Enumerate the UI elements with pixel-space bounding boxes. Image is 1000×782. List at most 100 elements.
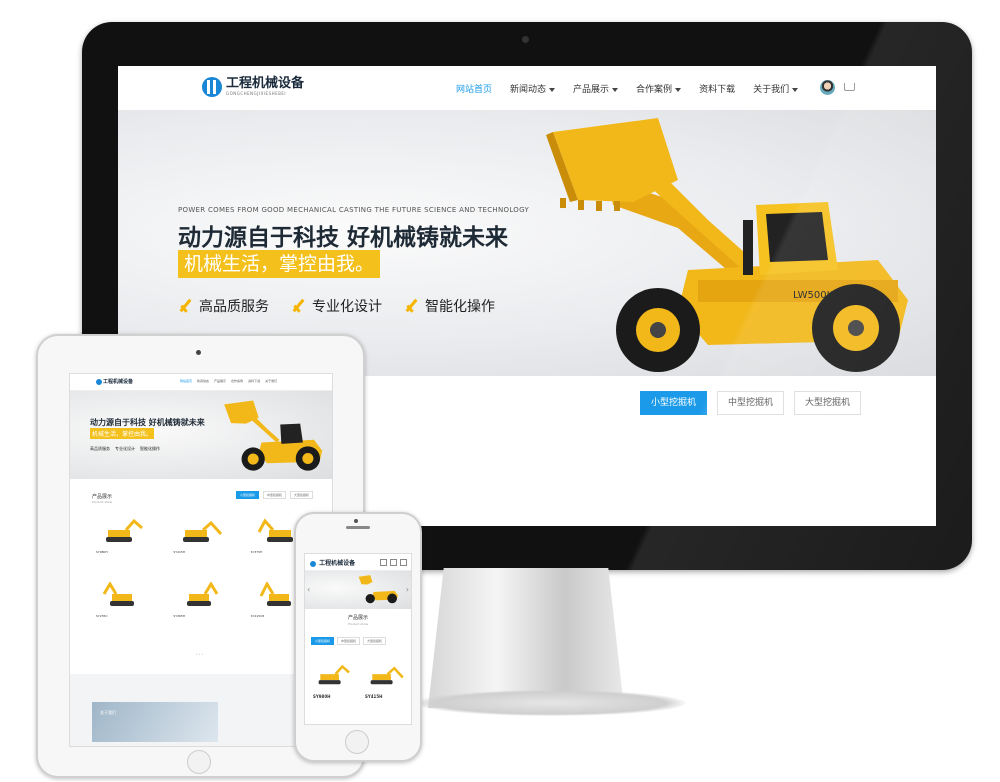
wheel-loader-image: [358, 575, 398, 604]
menu-item-cases[interactable]: 合作案例: [636, 82, 682, 95]
tab-medium-excavator[interactable]: 中型挖掘机: [337, 637, 361, 645]
checkmark-icon: [291, 300, 304, 313]
product-name: SY415H: [173, 550, 186, 554]
wheel-loader-image: LW500K: [546, 118, 908, 372]
logo-title: 工程机械设备: [226, 76, 305, 91]
tablet-menu: 网站首页 新闻动态 产品展示 合作案例 资料下载 关于我们: [180, 379, 277, 383]
caret-down-icon: [792, 87, 799, 92]
menu-item-about[interactable]: 关于我们: [265, 379, 277, 383]
section-title: 产品展示: [347, 615, 368, 621]
camera-icon: [196, 350, 201, 355]
excavator-image: [187, 582, 219, 606]
home-button: [345, 730, 369, 754]
section-title: 产品展示: [92, 494, 113, 500]
caret-down-icon: [612, 87, 619, 92]
home-button: [187, 750, 211, 774]
product-name: SY235C: [96, 614, 108, 618]
tablet-header: 工程机械设备 网站首页 新闻动态 产品展示 合作案例 资料下载 关于我们: [70, 374, 332, 391]
feature-item: 高品质服务: [178, 296, 269, 316]
feature-item: 专业化设计: [115, 446, 135, 451]
menu-item-products[interactable]: 产品展示: [214, 379, 226, 383]
site-header: 工程机械设备 GONGCHENGJIXIESHEBEI 网站首页 新闻动态 产品…: [118, 66, 936, 110]
site-logo[interactable]: 工程机械设备 GONGCHENGJIXIESHEBEI: [202, 77, 304, 97]
banner-slogan: 机械生活，掌控由我。: [178, 250, 381, 278]
product-name: SY415H: [365, 694, 383, 699]
search-icon[interactable]: [380, 559, 387, 566]
phone-device: 工程机械设备 ‹ › 产品展示 Product show 小型挖掘机 中型挖掘机…: [294, 512, 422, 762]
feature-item: 智能化操作: [404, 296, 495, 316]
tab-medium-excavator[interactable]: 中型挖掘机: [263, 491, 287, 499]
cart-icon[interactable]: [390, 559, 397, 566]
arrow-left-icon[interactable]: ‹: [307, 585, 310, 594]
tablet-logo[interactable]: 工程机械设备: [96, 378, 133, 385]
feature-item: 高品质服务: [90, 446, 110, 451]
product-card[interactable]: SY980H: [311, 658, 355, 718]
product-name: SY375H: [250, 550, 263, 554]
checkmark-icon: [404, 300, 417, 313]
section-subtitle: Product show: [92, 500, 113, 504]
banner-title: 动力源自于科技 好机械铸就未来: [90, 417, 205, 427]
banner-slogan: 机械生活，掌控由我。: [90, 428, 155, 439]
product-card[interactable]: SY235C: [88, 576, 165, 626]
tab-large-excavator[interactable]: 大型挖掘机: [363, 637, 387, 645]
product-tabs: 小型挖掘机 中型挖掘机 大型挖掘机: [311, 637, 387, 645]
menu-item-downloads[interactable]: 资料下载: [248, 379, 260, 383]
phone-banner: ‹ ›: [305, 571, 411, 609]
arrow-right-icon[interactable]: ›: [406, 585, 409, 594]
cart-icon[interactable]: [844, 83, 855, 91]
pager[interactable]: • • •: [196, 652, 203, 656]
camera-icon: [354, 519, 358, 523]
menu-item-home[interactable]: 网站首页: [180, 379, 192, 383]
about-card[interactable]: 关于我们: [92, 702, 218, 742]
banner-features: 高品质服务 专业化设计 智能化操作: [90, 446, 160, 452]
phone-header: 工程机械设备: [305, 554, 411, 571]
checkmark-icon: [178, 300, 191, 313]
logo-icon: [310, 560, 316, 567]
tab-small-excavator[interactable]: 小型挖掘机: [640, 391, 708, 415]
tablet-banner: 动力源自于科技 好机械铸就未来 机械生活，掌控由我。 高品质服务 专业化设计 智…: [70, 391, 332, 479]
menu-icon[interactable]: [400, 559, 407, 566]
tab-large-excavator[interactable]: 大型挖掘机: [794, 391, 862, 415]
speaker-icon: [346, 526, 370, 529]
caret-down-icon: [549, 87, 556, 92]
banner-english-text: POWER COMES FROM GOOD MECHANICAL CASTING…: [178, 206, 530, 214]
product-name: SY980H: [96, 550, 108, 554]
user-avatar[interactable]: [820, 80, 835, 95]
product-card[interactable]: SY980H: [88, 512, 165, 562]
menu-item-about[interactable]: 关于我们: [753, 82, 799, 95]
excavator-image: [102, 582, 134, 606]
banner-title: 动力源自于科技 好机械铸就未来: [178, 224, 509, 251]
banner-features: 高品质服务 专业化设计 智能化操作: [178, 296, 517, 316]
excavator-image: [106, 518, 143, 542]
product-card[interactable]: SY365H: [165, 576, 242, 626]
logo-icon: [96, 378, 102, 385]
product-name: SY215C8: [250, 614, 265, 618]
tab-medium-excavator[interactable]: 中型挖掘机: [717, 391, 785, 415]
camera-icon: [522, 36, 529, 43]
tab-small-excavator[interactable]: 小型挖掘机: [236, 491, 260, 499]
menu-item-cases[interactable]: 合作案例: [231, 379, 243, 383]
product-list: SY980H SY415H: [311, 658, 407, 718]
tab-small-excavator[interactable]: 小型挖掘机: [311, 637, 335, 645]
product-card[interactable]: SY415H: [363, 658, 407, 718]
tab-large-excavator[interactable]: 大型挖掘机: [290, 491, 314, 499]
section-subtitle: Product show: [347, 622, 369, 626]
feature-item: 专业化设计: [291, 296, 382, 316]
menu-item-home[interactable]: 网站首页: [456, 82, 492, 95]
wheel-loader-image: [224, 400, 323, 471]
caret-down-icon: [675, 87, 682, 92]
monitor-stand: [428, 568, 624, 708]
about-label: 关于我们: [100, 710, 116, 715]
product-tabs: 小型挖掘机 中型挖掘机 大型挖掘机: [236, 491, 314, 499]
menu-item-downloads[interactable]: 资料下载: [699, 82, 735, 95]
menu-item-products[interactable]: 产品展示: [573, 82, 619, 95]
excavator-image: [183, 520, 223, 542]
menu-item-news[interactable]: 新闻动态: [510, 82, 556, 95]
product-card[interactable]: SY415H: [165, 512, 242, 562]
feature-item: 智能化操作: [140, 446, 160, 451]
product-name: SY365H: [173, 614, 186, 618]
menu-item-news[interactable]: 新闻动态: [197, 379, 209, 383]
phone-logo[interactable]: 工程机械设备: [310, 558, 355, 567]
logo-subtitle: GONGCHENGJIXIESHEBEI: [226, 91, 287, 96]
product-grid: SY980H SY415H SY375H SY235C SY365H SY215…: [88, 512, 320, 626]
